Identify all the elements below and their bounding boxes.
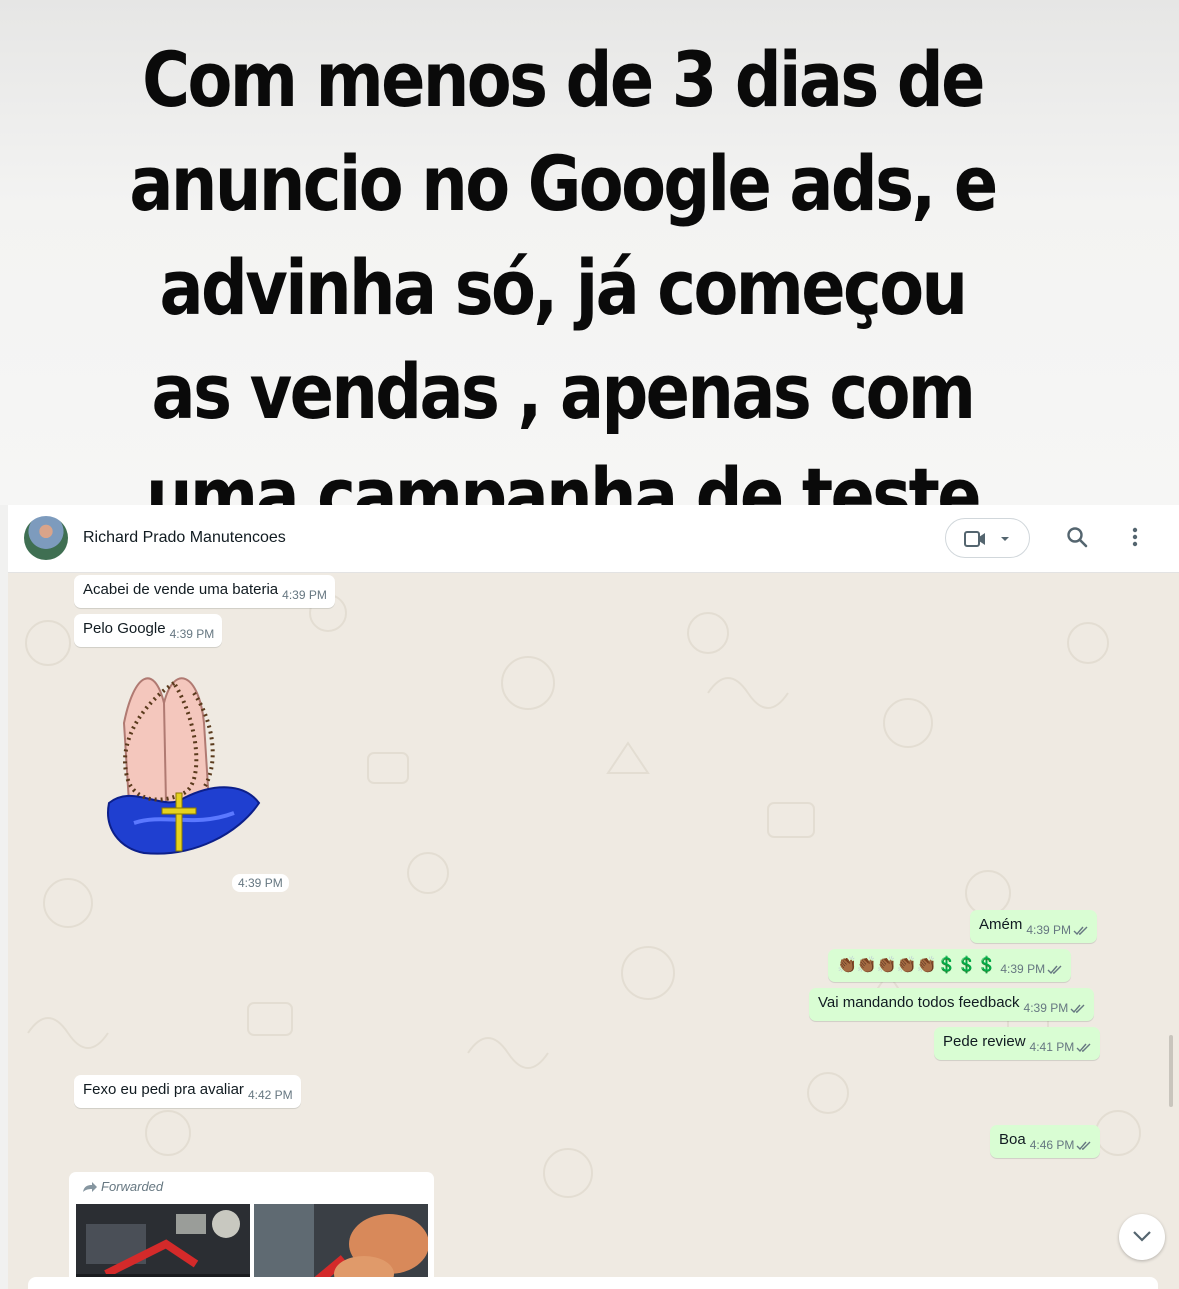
message-text: Fexo eu pedi pra avaliar	[83, 1081, 244, 1098]
incoming-message[interactable]: Acabei de vende uma bateria 4:39 PM	[74, 575, 335, 608]
message-text: 👏🏾👏🏾👏🏾👏🏾👏🏾💲💲💲	[837, 957, 997, 974]
video-call-icon	[964, 531, 1009, 547]
message-text: Amém	[979, 916, 1023, 933]
message-text: Pede review	[943, 1033, 1026, 1050]
contact-name[interactable]: Richard Prado Manutencoes	[83, 529, 286, 547]
outgoing-message[interactable]: Pede review 4:41 PM	[934, 1027, 1101, 1060]
more-options-icon[interactable]	[1132, 526, 1138, 548]
sticker-time: 4:39 PM	[232, 874, 289, 892]
scrollbar[interactable]	[1169, 1035, 1173, 1107]
message-time: 4:39 PM	[1026, 923, 1072, 937]
chat-header: Richard Prado Manutencoes	[8, 505, 1179, 573]
outgoing-message[interactable]: 👏🏾👏🏾👏🏾👏🏾👏🏾💲💲💲 4:39 PM	[828, 949, 1072, 982]
outgoing-message[interactable]: Vai mandando todos feedback 4:39 PM	[809, 988, 1095, 1021]
message-time: 4:42 PM	[247, 1088, 293, 1102]
message-time: 4:39 PM	[282, 588, 327, 602]
read-ticks-icon	[1076, 1141, 1091, 1151]
read-ticks-icon	[1047, 965, 1062, 975]
dropdown-arrow-icon	[1001, 537, 1009, 541]
chevron-down-icon	[1133, 1231, 1151, 1242]
avatar[interactable]	[24, 516, 68, 560]
video-call-button[interactable]	[945, 518, 1030, 558]
headline-text: Com menos de 3 dias de anuncio no Google…	[129, 35, 998, 540]
forward-icon	[83, 1182, 97, 1192]
incoming-message[interactable]: Pelo Google 4:39 PM	[74, 614, 223, 647]
forwarded-message[interactable]: Forwarded	[69, 1172, 434, 1289]
chat-window: Richard Prado Manutencoes Acabei de vend…	[8, 505, 1179, 1289]
read-ticks-icon	[1070, 1004, 1085, 1014]
read-ticks-icon	[1073, 926, 1088, 936]
search-icon[interactable]	[1066, 526, 1088, 548]
message-text: Vai mandando todos feedback	[818, 994, 1020, 1011]
message-text: Pelo Google	[83, 620, 166, 637]
message-text: Acabei de vende uma bateria	[83, 581, 279, 598]
outgoing-message[interactable]: Boa 4:46 PM	[990, 1125, 1101, 1158]
outgoing-message[interactable]: Amém 4:39 PM	[970, 910, 1098, 943]
message-text: Boa	[999, 1131, 1026, 1148]
message-time: 4:39 PM	[1023, 1001, 1069, 1015]
compose-bar	[28, 1277, 1158, 1289]
scroll-to-bottom-button[interactable]	[1119, 1214, 1165, 1260]
read-ticks-icon	[1076, 1043, 1091, 1053]
message-time: 4:46 PM	[1029, 1138, 1075, 1152]
message-time: 4:39 PM	[1000, 962, 1046, 976]
praying-hands-sticker[interactable]	[104, 663, 264, 863]
message-time: 4:39 PM	[169, 627, 215, 641]
headline-banner: Com menos de 3 dias de anuncio no Google…	[0, 0, 1179, 540]
message-time: 4:41 PM	[1029, 1040, 1075, 1054]
forwarded-label: Forwarded	[101, 1179, 164, 1194]
incoming-message[interactable]: Fexo eu pedi pra avaliar 4:42 PM	[74, 1075, 301, 1108]
